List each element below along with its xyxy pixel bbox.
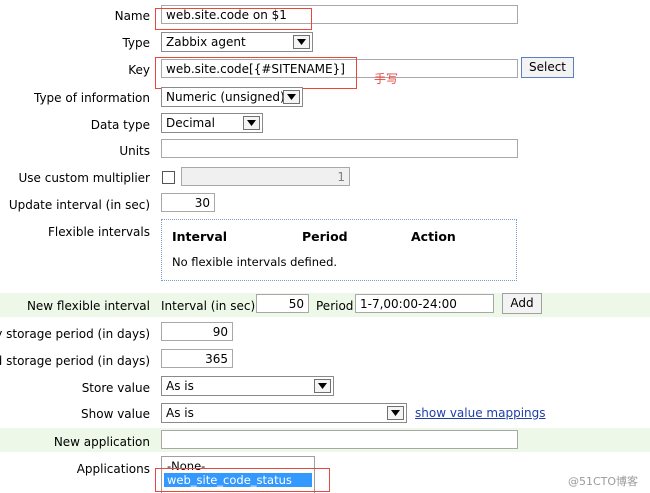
applications-annotation-box xyxy=(155,468,330,492)
show-value-label: Show value xyxy=(81,407,150,421)
type-of-information-select[interactable]: Numeric (unsigned) xyxy=(161,87,303,107)
new-application-label: New application xyxy=(53,435,150,449)
type-select-value: Zabbix agent xyxy=(166,35,246,49)
data-type-select[interactable]: Decimal xyxy=(161,113,263,133)
units-label: Units xyxy=(119,144,150,158)
history-storage-label: ry storage period (in days) xyxy=(0,327,150,341)
store-value-value: As is xyxy=(166,379,194,393)
column-header-period: Period xyxy=(302,229,348,244)
type-of-information-label: Type of information xyxy=(33,91,150,105)
new-interval-input[interactable]: 50 xyxy=(256,294,309,313)
period-input[interactable]: 1-7,00:00-24:00 xyxy=(355,294,494,313)
key-annotation-box xyxy=(155,57,357,89)
key-label: Key xyxy=(128,63,150,77)
show-value-select[interactable]: As is xyxy=(161,403,407,423)
custom-multiplier-checkbox[interactable] xyxy=(162,171,175,184)
column-header-action: Action xyxy=(411,229,456,244)
chevron-down-icon xyxy=(243,116,260,130)
custom-multiplier-input[interactable]: 1 xyxy=(181,167,350,186)
interval-sec-label: Interval (in sec) xyxy=(161,299,256,313)
update-interval-input[interactable]: 30 xyxy=(161,193,215,212)
history-storage-input[interactable]: 90 xyxy=(161,322,233,341)
trend-storage-label: nd storage period (in days) xyxy=(0,354,150,368)
column-header-interval: Interval xyxy=(172,229,228,244)
data-type-value: Decimal xyxy=(166,116,215,130)
trend-storage-input[interactable]: 365 xyxy=(161,349,233,368)
period-label: Period xyxy=(316,299,354,313)
update-interval-label: Update interval (in sec) xyxy=(8,198,150,212)
custom-multiplier-label: Use custom multiplier xyxy=(18,171,150,185)
units-input[interactable] xyxy=(161,139,518,158)
handwritten-annotation: 手写 xyxy=(374,72,399,86)
applications-label: Applications xyxy=(76,462,150,476)
add-button[interactable]: Add xyxy=(502,293,542,314)
select-button[interactable]: Select xyxy=(521,57,574,78)
new-flexible-interval-label: New flexible interval xyxy=(26,299,150,313)
chevron-down-icon xyxy=(283,90,300,104)
watermark: @51CTO博客 xyxy=(568,475,639,488)
type-label: Type xyxy=(122,36,150,50)
type-select[interactable]: Zabbix agent xyxy=(161,32,313,52)
chevron-down-icon xyxy=(293,35,310,49)
chevron-down-icon xyxy=(387,406,404,420)
store-value-label: Store value xyxy=(81,381,150,395)
name-annotation-box xyxy=(155,8,312,30)
type-of-information-value: Numeric (unsigned) xyxy=(166,90,285,104)
flexible-intervals-label: Flexible intervals xyxy=(48,225,150,239)
show-value-value: As is xyxy=(166,406,194,420)
show-value-mappings-link[interactable]: show value mappings xyxy=(415,406,546,420)
new-application-input[interactable] xyxy=(161,430,518,449)
store-value-select[interactable]: As is xyxy=(161,376,334,396)
name-label: Name xyxy=(114,9,150,23)
chevron-down-icon xyxy=(314,379,331,393)
empty-flexible-intervals-text: No flexible intervals defined. xyxy=(172,255,338,269)
data-type-label: Data type xyxy=(90,118,150,132)
flexible-intervals-table: Interval Period Action No flexible inter… xyxy=(161,219,517,281)
